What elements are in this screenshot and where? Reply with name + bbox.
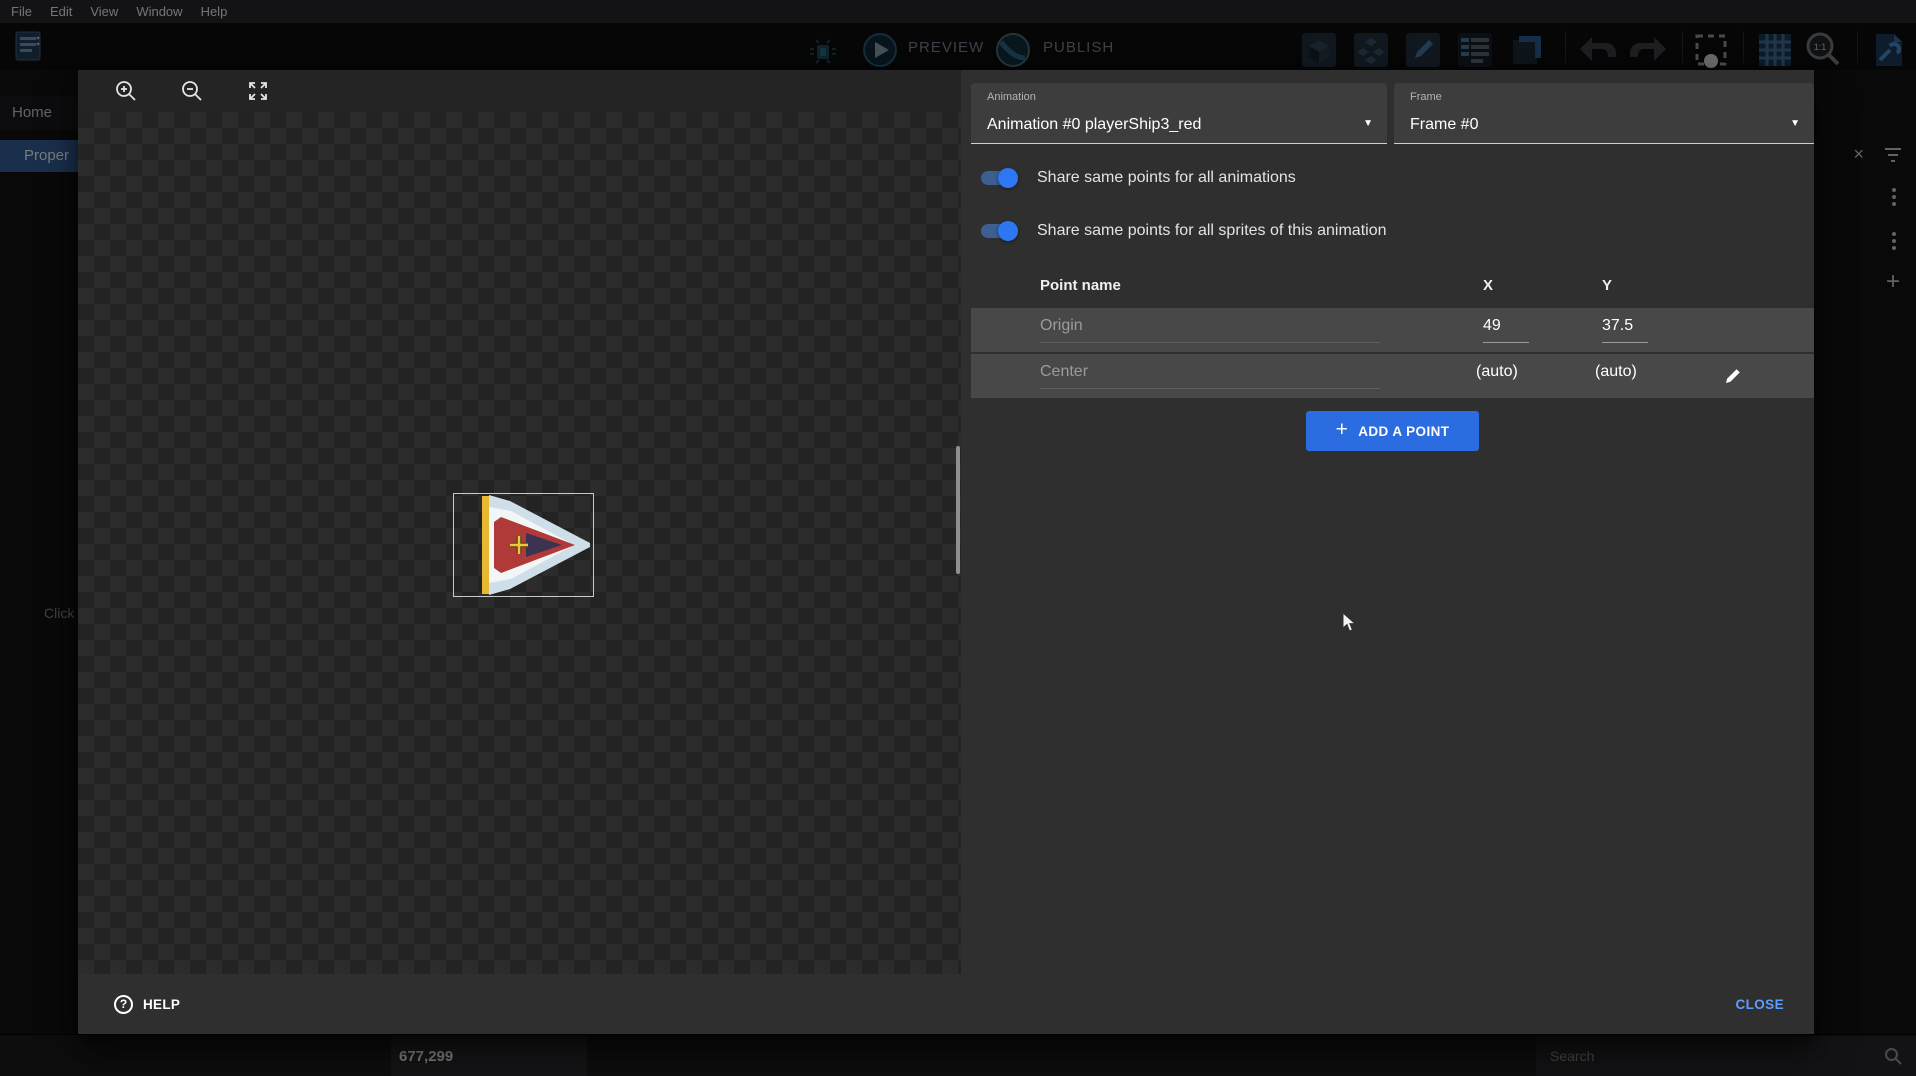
column-y: Y [1602, 277, 1612, 294]
column-x: X [1483, 277, 1493, 294]
pencil-icon [1723, 366, 1743, 386]
table-row-center[interactable]: Center (auto) (auto) [971, 354, 1814, 398]
table-row-origin[interactable]: Origin 49 37.5 [971, 308, 1814, 352]
close-button[interactable]: CLOSE [1717, 989, 1802, 1020]
point-y-field[interactable]: (auto) [1595, 363, 1641, 388]
question-mark-icon: ? [114, 995, 133, 1014]
fit-to-screen-icon[interactable] [246, 79, 270, 103]
chevron-down-icon: ▼ [1363, 118, 1373, 129]
point-x-field[interactable]: (auto) [1476, 363, 1522, 388]
zoom-out-icon[interactable] [180, 79, 204, 103]
add-a-point-button[interactable]: + ADD A POINT [1306, 411, 1479, 451]
share-points-all-animations-toggle[interactable] [978, 168, 1018, 188]
animation-select[interactable]: Animation Animation #0 playerShip3_red ▼ [971, 83, 1387, 144]
canvas-scrollbar[interactable] [956, 446, 960, 574]
column-point-name: Point name [1040, 277, 1121, 294]
point-y-field[interactable]: 37.5 [1602, 317, 1648, 343]
points-editor-dialog: Animation Animation #0 playerShip3_red ▼… [78, 70, 1814, 1034]
chevron-down-icon: ▼ [1790, 118, 1800, 129]
sprite-canvas[interactable] [78, 70, 961, 974]
sprite-player-ship[interactable] [453, 493, 594, 597]
help-button[interactable]: ? HELP [104, 989, 190, 1020]
share-points-all-animations-row: Share same points for all animations [978, 166, 1296, 190]
zoom-in-icon[interactable] [114, 79, 138, 103]
edit-point-button[interactable] [1719, 362, 1747, 390]
point-x-field[interactable]: 49 [1483, 317, 1529, 343]
point-name-field[interactable]: Origin [1040, 317, 1380, 343]
dialog-footer: ? HELP CLOSE [78, 974, 1814, 1034]
plus-icon: + [1336, 418, 1349, 442]
frame-select[interactable]: Frame Frame #0 ▼ [1394, 83, 1814, 144]
share-points-all-sprites-row: Share same points for all sprites of thi… [978, 219, 1387, 243]
points-table-header: Point name X Y [971, 264, 1814, 308]
canvas-toolbar [78, 70, 961, 112]
share-points-all-sprites-toggle[interactable] [978, 221, 1018, 241]
point-name-field[interactable]: Center [1040, 363, 1380, 389]
